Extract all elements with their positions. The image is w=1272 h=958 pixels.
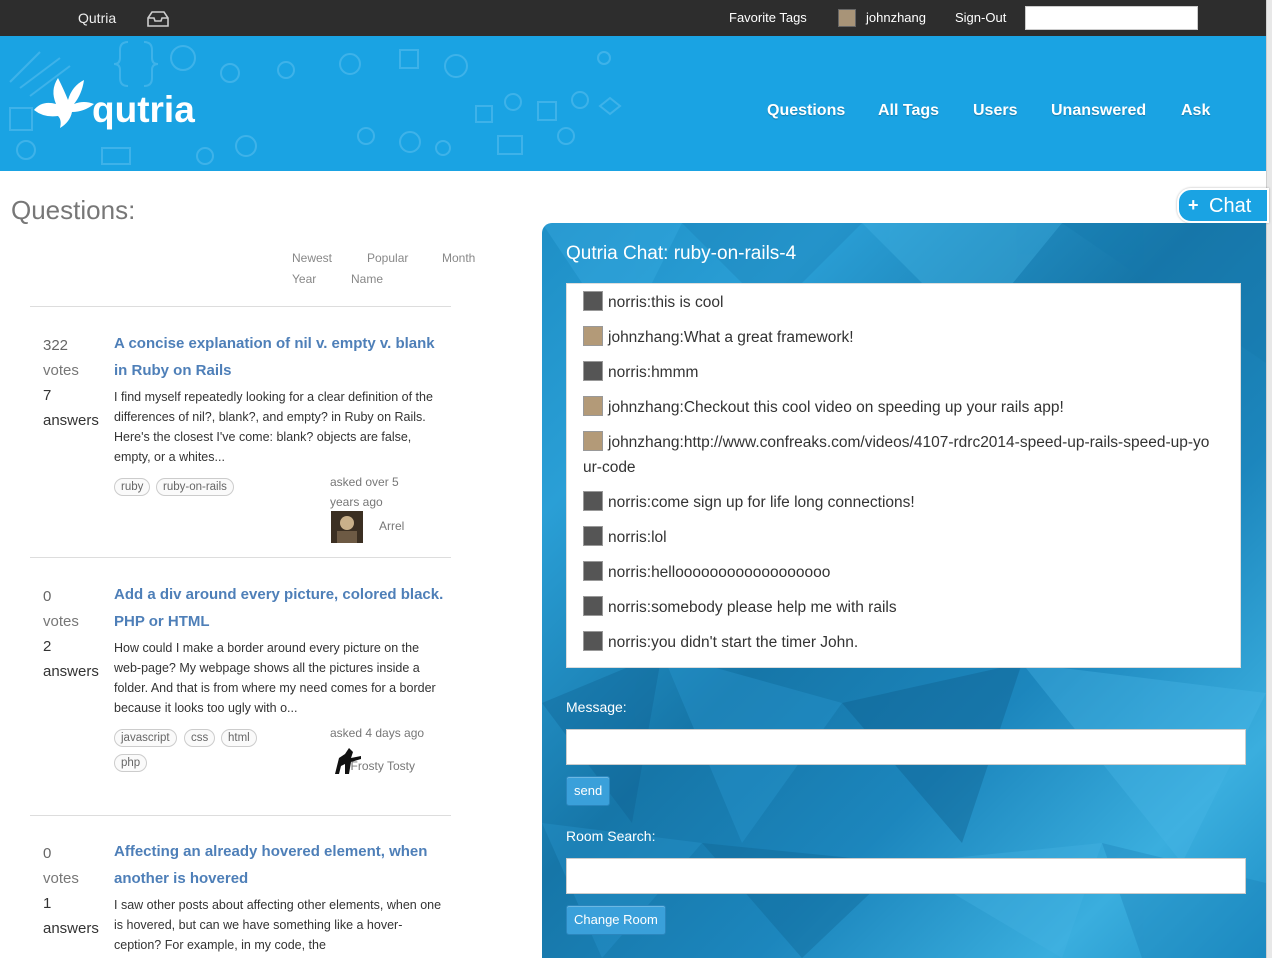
chat-message: norris:lol xyxy=(583,525,1223,550)
send-button[interactable]: send xyxy=(566,776,611,806)
chat-message-text: johnzhang:What a great framework! xyxy=(608,329,854,346)
username-link[interactable]: johnzhang xyxy=(866,10,926,25)
question-title-link[interactable]: Affecting an already hovered element, wh… xyxy=(114,838,449,892)
author-name[interactable]: Arrel xyxy=(379,519,404,533)
asked-time: asked over 5 years ago xyxy=(330,475,399,509)
chat-message: norris:this is cool xyxy=(583,290,1223,315)
sign-out-link[interactable]: Sign-Out xyxy=(955,10,1006,25)
vote-label: votes xyxy=(43,362,79,379)
nav-unanswered[interactable]: Unanswered xyxy=(1051,102,1146,120)
chat-message-log[interactable]: norris:this is cool johnzhang:What a gre… xyxy=(566,283,1241,668)
question-excerpt: How could I make a border around every p… xyxy=(114,641,436,715)
sort-month[interactable]: Month xyxy=(442,251,475,265)
vote-label: votes xyxy=(43,613,79,630)
logo-wings-icon[interactable] xyxy=(30,70,94,137)
nav-ask[interactable]: Ask xyxy=(1181,102,1210,120)
chat-message-text: norris:helloooooooooooooooooo xyxy=(608,564,831,581)
nav-users[interactable]: Users xyxy=(973,102,1017,120)
room-search-label: Room Search: xyxy=(566,828,656,844)
avatar xyxy=(583,596,603,616)
plus-icon: + xyxy=(1188,195,1199,215)
chat-message-text: norris:come sign up for life long connec… xyxy=(608,494,915,511)
top-bar: Qutria Favorite Tags johnzhang Sign-Out xyxy=(0,0,1266,36)
divider xyxy=(30,815,451,816)
tag-html[interactable]: html xyxy=(221,729,257,747)
logo-text[interactable]: qutria xyxy=(92,89,195,131)
answer-label: answers xyxy=(43,663,99,680)
chat-message-text: johnzhang:Checkout this cool video on sp… xyxy=(608,399,1064,416)
search-input[interactable] xyxy=(1025,6,1198,30)
avatar xyxy=(583,361,603,381)
brand-link[interactable]: Qutria xyxy=(78,10,116,26)
chat-message-text: norris:somebody please help me with rail… xyxy=(608,599,897,616)
chat-message: johnzhang:Checkout this cool video on sp… xyxy=(583,395,1223,420)
chat-message-text: norris:hmmm xyxy=(608,364,699,381)
user-avatar[interactable] xyxy=(838,9,856,27)
answer-count: 1 xyxy=(43,895,52,912)
asked-time: asked 4 days ago xyxy=(330,726,425,740)
avatar xyxy=(583,291,603,311)
avatar xyxy=(583,526,603,546)
tag-ruby-on-rails[interactable]: ruby-on-rails xyxy=(156,478,234,496)
chat-message: norris:come sign up for life long connec… xyxy=(583,490,1223,515)
chat-message-text: norris:you didn't start the timer John. xyxy=(608,634,859,651)
chat-panel: Qutria Chat: ruby-on-rails-4 norris:this… xyxy=(542,223,1266,958)
vote-label: votes xyxy=(43,870,79,887)
divider xyxy=(30,306,451,307)
sort-newest[interactable]: Newest xyxy=(292,251,332,265)
inbox-icon[interactable] xyxy=(146,10,170,33)
tag-javascript[interactable]: javascript xyxy=(114,729,177,747)
question-title-link[interactable]: Add a div around every picture, colored … xyxy=(114,581,449,635)
change-room-button[interactable]: Change Room xyxy=(566,905,666,935)
question-title-link[interactable]: A concise explanation of nil v. empty v.… xyxy=(114,330,449,384)
app-window: Qutria Favorite Tags johnzhang Sign-Out xyxy=(0,0,1272,958)
tag-ruby[interactable]: ruby xyxy=(114,478,151,496)
favorite-tags-link[interactable]: Favorite Tags xyxy=(729,10,807,25)
vote-count: 0 xyxy=(43,845,52,862)
avatar xyxy=(583,631,603,651)
answer-count: 2 xyxy=(43,638,52,655)
nav-all-tags[interactable]: All Tags xyxy=(878,102,939,120)
question-excerpt: I saw other posts about affecting other … xyxy=(114,898,442,952)
avatar xyxy=(583,396,603,416)
header-banner: qutria Questions All Tags Users Unanswer… xyxy=(0,36,1266,171)
message-input[interactable] xyxy=(566,729,1246,765)
chat-message: norris:you didn't start the timer John. xyxy=(583,630,1223,655)
question-excerpt: I find myself repeatedly looking for a c… xyxy=(114,390,433,464)
vote-count: 0 xyxy=(43,588,52,605)
avatar xyxy=(583,431,603,451)
tag-css[interactable]: css xyxy=(184,729,216,747)
sort-name[interactable]: Name xyxy=(351,272,383,286)
chat-message: norris:somebody please help me with rail… xyxy=(583,595,1223,620)
answer-count: 7 xyxy=(43,387,52,404)
chat-toggle-label: Chat xyxy=(1209,195,1252,217)
chat-message-text: norris:lol xyxy=(608,529,667,546)
chat-toggle-button[interactable]: + Chat xyxy=(1177,188,1269,223)
chat-message-text: johnzhang:http://www.confreaks.com/video… xyxy=(583,434,1210,476)
sort-popular[interactable]: Popular xyxy=(367,251,408,265)
message-label: Message: xyxy=(566,699,627,715)
chat-message: norris:helloooooooooooooooooo xyxy=(583,560,1223,585)
room-search-input[interactable] xyxy=(566,858,1246,894)
nav-questions[interactable]: Questions xyxy=(767,102,845,120)
avatar xyxy=(583,561,603,581)
answer-label: answers xyxy=(43,412,99,429)
chat-message: norris:hmmm xyxy=(583,360,1223,385)
sort-year[interactable]: Year xyxy=(292,272,316,286)
vote-count: 322 xyxy=(43,337,69,354)
divider xyxy=(30,557,451,558)
avatar[interactable] xyxy=(331,511,363,543)
answer-label: answers xyxy=(43,920,99,937)
author-name[interactable]: Frosty Tosty xyxy=(325,751,415,782)
avatar xyxy=(583,491,603,511)
avatar xyxy=(583,326,603,346)
chat-message: johnzhang:What a great framework! xyxy=(583,325,1223,350)
chat-room-title: Qutria Chat: ruby-on-rails-4 xyxy=(566,243,797,264)
chat-message-text: norris:this is cool xyxy=(608,294,724,311)
window-scrollbar[interactable] xyxy=(1266,0,1272,958)
chat-message: johnzhang:http://www.confreaks.com/video… xyxy=(583,430,1211,480)
tag-php[interactable]: php xyxy=(114,754,148,772)
page-title: Questions: xyxy=(11,195,136,225)
